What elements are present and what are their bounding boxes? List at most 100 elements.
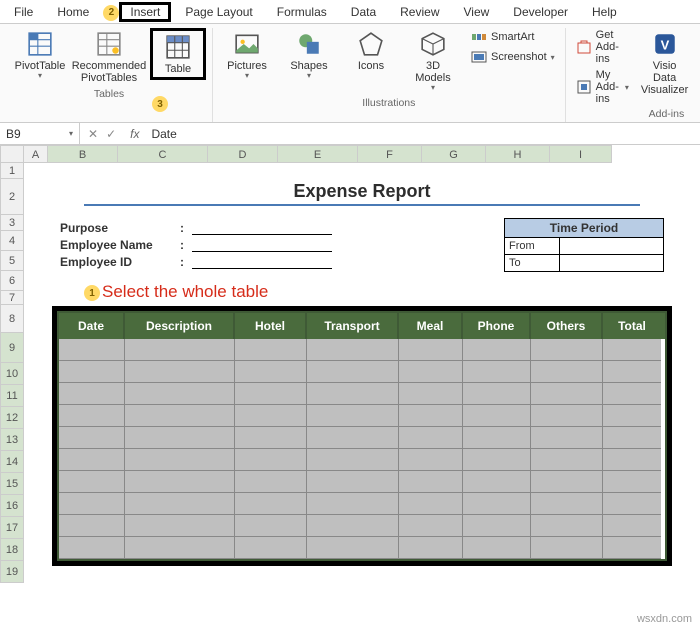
col-header-D[interactable]: D [208,145,278,163]
people-graph-button[interactable]: People Graph [696,56,700,82]
table-cell[interactable] [235,383,307,405]
menu-help[interactable]: Help [582,3,627,21]
table-row[interactable] [59,383,665,405]
table-cell[interactable] [603,383,661,405]
row-header-1[interactable]: 1 [0,163,24,179]
menu-home[interactable]: Home [47,3,99,21]
row-header-15[interactable]: 15 [0,473,24,495]
expense-table-selection[interactable]: DateDescriptionHotelTransportMealPhoneOt… [52,306,672,566]
table-cell[interactable] [59,449,125,471]
table-cell[interactable] [235,405,307,427]
col-header-A[interactable]: A [24,145,48,163]
cancel-icon[interactable]: ✕ [88,127,98,141]
menu-file[interactable]: File [4,3,43,21]
menu-data[interactable]: Data [341,3,386,21]
table-cell[interactable] [307,493,399,515]
get-addins-button[interactable]: Get Add-ins [572,28,633,66]
row-header-14[interactable]: 14 [0,451,24,473]
row-header-3[interactable]: 3 [0,215,24,231]
worksheet[interactable]: Expense Report Purpose : Employee Name :… [24,163,700,583]
table-cell[interactable] [125,515,235,537]
table-cell[interactable] [399,427,463,449]
table-cell[interactable] [59,515,125,537]
table-cell[interactable] [125,449,235,471]
pivottable-button[interactable]: PivotTable ▾ [12,28,68,83]
3d-models-button[interactable]: 3D Models ▾ [405,28,461,95]
table-cell[interactable] [307,515,399,537]
table-cell[interactable] [531,493,603,515]
table-cell[interactable] [399,471,463,493]
table-row[interactable] [59,405,665,427]
table-cell[interactable] [399,339,463,361]
table-row[interactable] [59,449,665,471]
select-all-corner[interactable] [0,145,24,163]
table-cell[interactable] [463,339,531,361]
table-cell[interactable] [463,493,531,515]
table-row[interactable] [59,361,665,383]
table-cell[interactable] [399,493,463,515]
table-cell[interactable] [531,515,603,537]
table-cell[interactable] [603,339,661,361]
my-addins-button[interactable]: My Add-ins ▾ [572,68,633,106]
table-cell[interactable] [235,339,307,361]
table-cell[interactable] [235,361,307,383]
formula-input[interactable]: Date [145,127,700,141]
table-cell[interactable] [463,383,531,405]
row-header-16[interactable]: 16 [0,495,24,517]
table-cell[interactable] [125,471,235,493]
table-cell[interactable] [125,405,235,427]
table-cell[interactable] [531,383,603,405]
table-row[interactable] [59,493,665,515]
menu-view[interactable]: View [454,3,500,21]
row-header-17[interactable]: 17 [0,517,24,539]
col-header-I[interactable]: I [550,145,612,163]
menu-review[interactable]: Review [390,3,449,21]
table-cell[interactable] [603,405,661,427]
table-cell[interactable] [125,339,235,361]
table-cell[interactable] [59,427,125,449]
table-row[interactable] [59,471,665,493]
employee-name-field[interactable] [192,238,332,252]
table-cell[interactable] [399,361,463,383]
col-header-F[interactable]: F [358,145,422,163]
row-header-12[interactable]: 12 [0,407,24,429]
table-cell[interactable] [125,537,235,559]
col-header-E[interactable]: E [278,145,358,163]
table-cell[interactable] [531,339,603,361]
table-cell[interactable] [399,449,463,471]
table-cell[interactable] [603,361,661,383]
table-cell[interactable] [235,515,307,537]
menu-insert[interactable]: Insert [119,2,171,22]
table-cell[interactable] [463,449,531,471]
table-row[interactable] [59,515,665,537]
table-cell[interactable] [603,493,661,515]
table-cell[interactable] [463,471,531,493]
visio-button[interactable]: V Visio Data Visualizer [639,28,690,98]
name-box[interactable]: B9 ▾ [0,123,80,144]
table-cell[interactable] [531,427,603,449]
employee-id-field[interactable] [192,255,332,269]
table-cell[interactable] [307,361,399,383]
table-cell[interactable] [125,427,235,449]
col-header-G[interactable]: G [422,145,486,163]
row-header-6[interactable]: 6 [0,271,24,291]
table-cell[interactable] [399,537,463,559]
table-cell[interactable] [307,537,399,559]
row-header-9[interactable]: 9 [0,333,24,363]
table-cell[interactable] [307,405,399,427]
bing-maps-button[interactable]: Bing Maps [696,28,700,54]
menu-formulas[interactable]: Formulas [267,3,337,21]
table-cell[interactable] [307,339,399,361]
row-header-5[interactable]: 5 [0,251,24,271]
pictures-button[interactable]: Pictures ▾ [219,28,275,83]
table-cell[interactable] [125,493,235,515]
from-value[interactable] [560,238,663,255]
table-cell[interactable] [59,339,125,361]
icons-button[interactable]: Icons [343,28,399,74]
table-row[interactable] [59,537,665,559]
table-cell[interactable] [531,537,603,559]
table-cell[interactable] [59,471,125,493]
table-cell[interactable] [531,471,603,493]
table-cell[interactable] [603,449,661,471]
row-header-11[interactable]: 11 [0,385,24,407]
